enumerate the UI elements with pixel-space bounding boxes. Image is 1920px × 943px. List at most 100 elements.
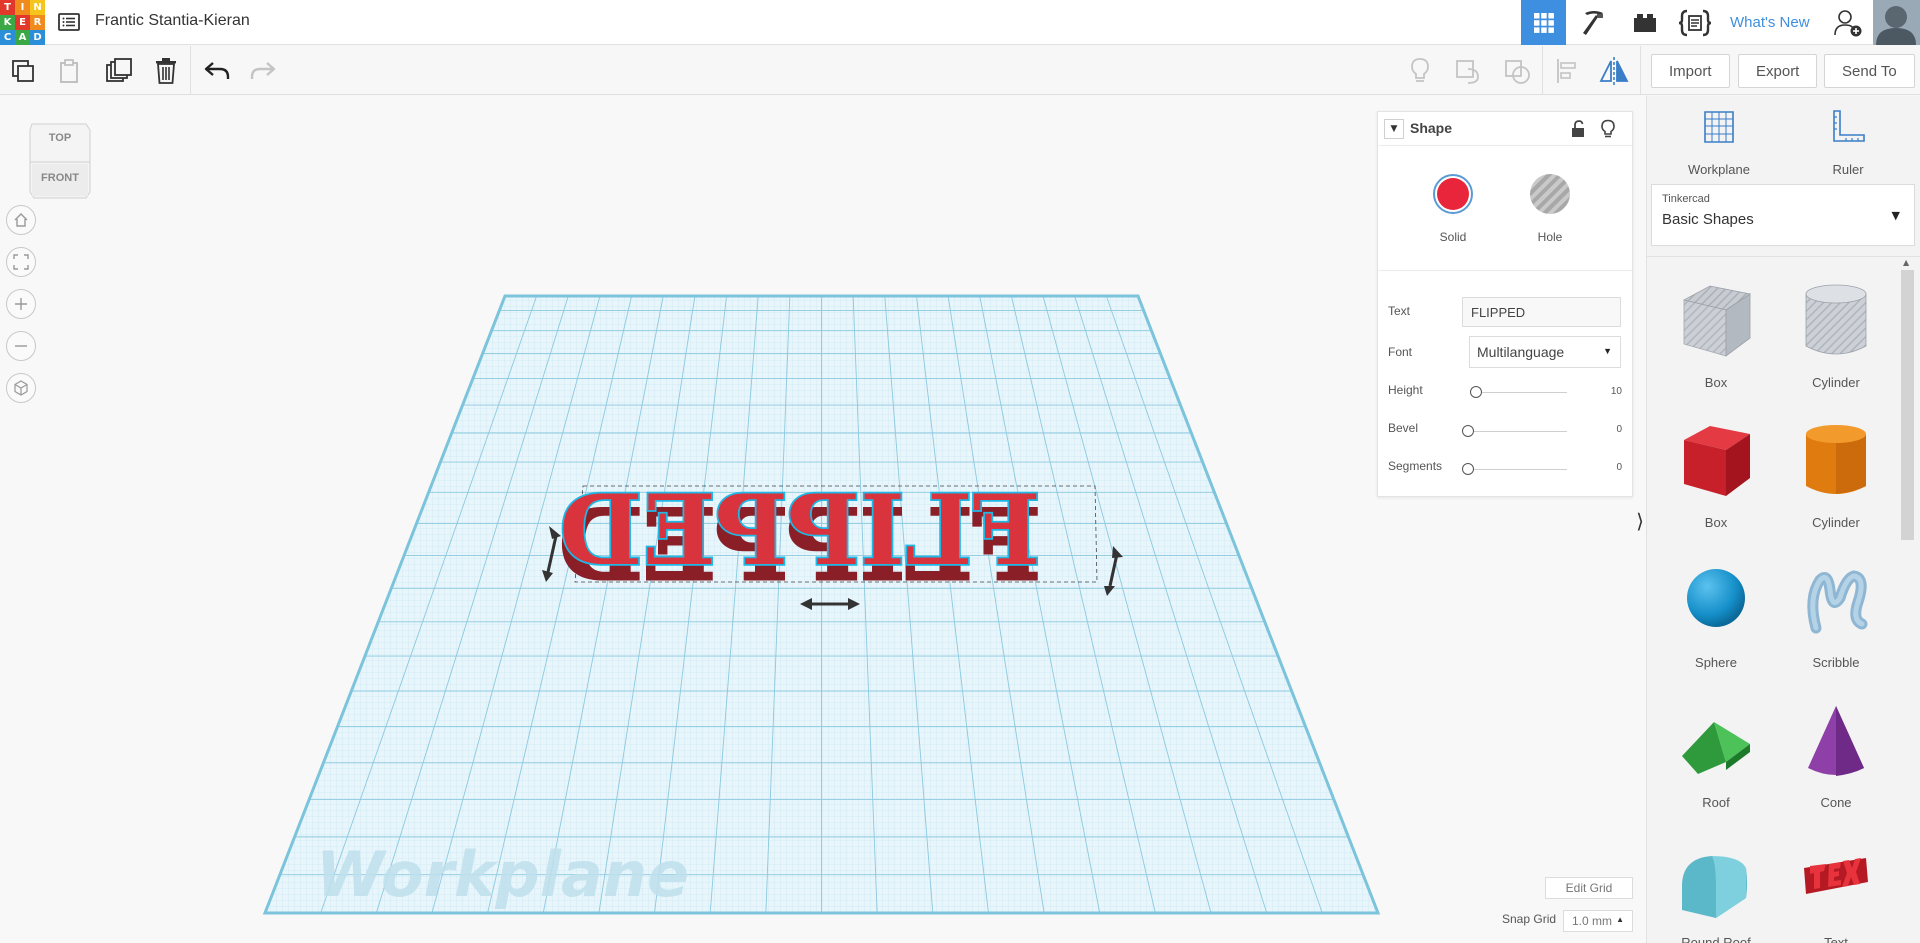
shape-label: Scribble [1812,655,1860,670]
hole-swatch[interactable] [1530,174,1570,214]
flipped-text-object[interactable]: FLIPPED FLIPPED [558,472,1043,603]
shape-scribble[interactable]: Scribble [1781,552,1891,682]
inspector-divider [1378,270,1632,271]
shape-box-transparent[interactable]: Box [1661,272,1771,402]
logo-letter: D [30,30,45,45]
height-prop-label: Height [1388,383,1423,397]
cube-outline-icon [14,380,28,396]
viewcube-top-face[interactable]: TOP [28,132,92,144]
ruler-tool[interactable]: Ruler [1798,108,1898,177]
segments-slider-track[interactable] [1464,469,1567,470]
shape-round-roof[interactable]: Round Roof [1661,832,1771,943]
mirror-button[interactable] [1591,46,1637,95]
group-shapes-icon [1456,59,1479,84]
height-value[interactable]: 10 [1611,386,1622,397]
logo-letter: T [0,0,15,15]
shape-label: Cylinder [1812,515,1860,530]
scroll-up-arrow[interactable]: ▲ [1903,258,1909,267]
user-avatar[interactable] [1873,0,1920,45]
snap-grid-value: 1.0 mm [1572,914,1613,928]
edit-grid-button[interactable]: Edit Grid [1545,877,1633,899]
whats-new-link[interactable]: What's New [1722,0,1818,45]
shape-library-select[interactable]: Tinkercad Basic Shapes ▼ [1651,184,1915,246]
delete-button[interactable] [143,46,189,95]
sphere-icon [1687,569,1745,627]
redo-button[interactable] [240,46,286,95]
shape-label: Round Roof [1681,935,1751,943]
3d-design-view-button[interactable] [1521,0,1566,45]
minus-icon [15,345,27,347]
shape-roof[interactable]: Roof [1661,692,1771,822]
segments-value[interactable]: 0 [1616,462,1622,473]
workplane-icon [1704,111,1734,143]
segments-slider-knob[interactable] [1462,463,1474,475]
perspective-toggle-button[interactable] [6,373,36,403]
add-user-icon [1834,9,1862,36]
solid-color-swatch[interactable] [1433,174,1473,214]
notes-button[interactable] [1397,46,1443,95]
export-button[interactable]: Export [1738,54,1818,88]
blocks-view-button[interactable] [1571,0,1616,45]
snap-grid-select[interactable]: 1.0 mm ▲ [1563,910,1633,932]
send-to-button[interactable]: Send To [1824,54,1915,88]
library-name: Basic Shapes [1662,211,1754,228]
shape-text[interactable]: Text [1781,832,1891,943]
fit-to-view-icon [13,254,29,270]
project-menu-icon[interactable] [56,10,82,34]
tinkercad-logo[interactable]: TINKERCAD [0,0,45,45]
undo-icon [204,61,230,79]
panel-divider [1647,256,1920,257]
logo-letter: E [15,15,30,30]
text-shape-icon [1804,858,1868,894]
lightbulb-icon [1411,57,1429,82]
pickaxe-icon [1582,10,1603,35]
bevel-slider-knob[interactable] [1462,425,1474,437]
mirror-icon [1599,56,1629,85]
shape-sphere[interactable]: Sphere [1661,552,1771,682]
inspector-header: ▼ Shape [1378,112,1632,146]
ungroup-shapes-icon [1505,59,1530,84]
invite-user-button[interactable] [1828,0,1868,45]
shape-box[interactable]: Box [1661,412,1771,542]
copy-button[interactable] [0,46,46,95]
text-value-input[interactable]: FLIPPED [1462,297,1621,327]
text-object-face: FLIPPED [559,474,1040,587]
collapse-right-panel-button[interactable]: ⟩ [1634,505,1646,537]
project-title[interactable]: Frantic Stantia-Kieran [95,12,250,30]
paste-button[interactable] [46,46,92,95]
fit-view-button[interactable] [6,247,36,277]
lock-button[interactable] [1570,120,1586,142]
bricks-view-button[interactable] [1622,0,1667,45]
zoom-in-button[interactable] [6,289,36,319]
align-button[interactable] [1544,46,1590,95]
bevel-value[interactable]: 0 [1616,424,1622,435]
shape-cylinder-transparent[interactable]: Cylinder [1781,272,1891,402]
home-view-button[interactable] [6,205,36,235]
view-cube[interactable]: TOP FRONT [28,120,92,200]
font-select[interactable]: Multilanguage ▼ [1469,336,1621,368]
zoom-out-button[interactable] [6,331,36,361]
bevel-slider-track[interactable] [1464,431,1567,432]
font-prop-label: Font [1388,345,1413,359]
caret-down-icon: ▼ [1603,346,1612,356]
collapse-inspector-button[interactable]: ▼ [1384,119,1404,139]
ungroup-button[interactable] [1494,46,1540,95]
shape-cylinder[interactable]: Cylinder [1781,412,1891,542]
grid-icon [1533,12,1554,33]
brick-icon [1633,13,1656,32]
height-slider-track[interactable] [1472,392,1567,393]
duplicate-button[interactable] [96,46,142,95]
workplane-tool[interactable]: Workplane [1669,108,1769,177]
import-button[interactable]: Import [1651,54,1730,88]
codeblocks-view-button[interactable] [1672,0,1717,45]
shape-cone[interactable]: Cone [1781,692,1891,822]
shape-label: Roof [1702,795,1730,810]
group-button[interactable] [1445,46,1491,95]
viewcube-front-face[interactable]: FRONT [28,172,92,184]
shapes-panel-scrollbar[interactable] [1901,270,1914,540]
height-slider-knob[interactable] [1470,386,1482,398]
code-braces-icon [1678,9,1711,36]
logo-letter: R [30,15,45,30]
notes-toggle-button[interactable] [1600,119,1616,143]
undo-button[interactable] [194,46,240,95]
